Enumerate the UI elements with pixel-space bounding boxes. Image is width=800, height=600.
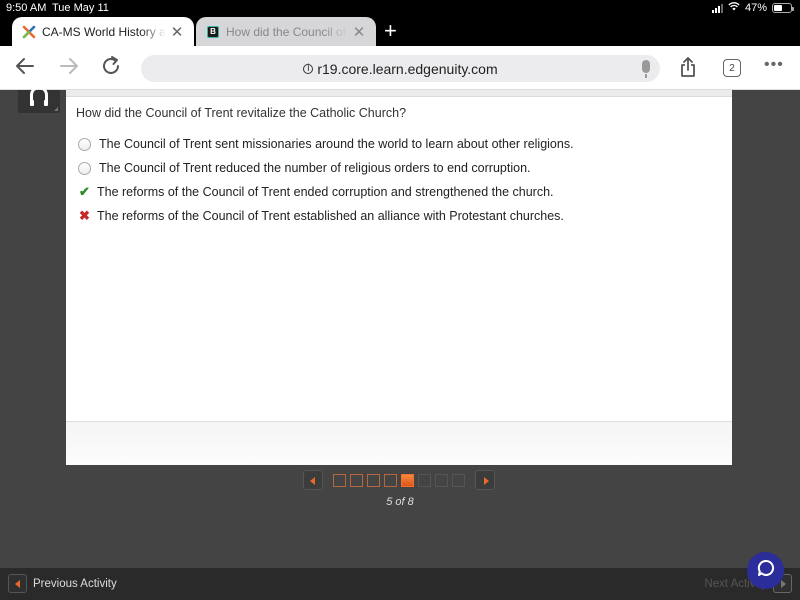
question-dot[interactable] [418, 473, 431, 487]
tab-title: How did the Council of Trent [226, 24, 348, 39]
audio-tool-button[interactable] [18, 86, 60, 113]
headphones-icon [30, 86, 48, 106]
option-text: The reforms of the Council of Trent esta… [97, 209, 564, 223]
question-dot-current[interactable] [401, 473, 414, 487]
back-button[interactable] [12, 54, 38, 84]
tab-switcher-button[interactable]: 2 [723, 59, 741, 77]
close-tab-icon[interactable]: ✕ [170, 23, 184, 41]
new-tab-button[interactable]: + [384, 18, 397, 44]
wifi-icon [728, 2, 740, 14]
option-text: The Council of Trent sent missionaries a… [99, 137, 574, 151]
site-info-icon[interactable]: i [303, 63, 314, 74]
question-dot[interactable] [384, 473, 397, 487]
question-dot[interactable] [452, 473, 465, 487]
previous-question-button[interactable] [303, 470, 323, 490]
question-pager [303, 470, 495, 490]
resize-corner-icon [54, 107, 58, 111]
question-dot[interactable] [367, 473, 380, 487]
status-time: 9:50 AM [6, 2, 47, 14]
question-dots [333, 473, 465, 487]
previous-activity-label: Previous Activity [33, 577, 117, 590]
page-count: 5 of 8 [386, 496, 414, 508]
more-menu-icon[interactable]: ••• [764, 56, 784, 74]
battery-icon [772, 3, 794, 13]
question-dot[interactable] [435, 473, 448, 487]
option-text: The Council of Trent reduced the number … [99, 161, 531, 175]
signal-icon [711, 3, 723, 13]
chat-bubble-icon [756, 558, 776, 583]
answer-option-correct[interactable]: ✔ The reforms of the Council of Trent en… [78, 180, 574, 204]
tab-council-of-trent[interactable]: B How did the Council of Trent ✕ [196, 17, 376, 46]
forward-button[interactable] [56, 54, 82, 84]
checkmark-icon: ✔ [79, 184, 90, 199]
previous-arrow-icon [8, 574, 27, 593]
share-icon[interactable] [679, 56, 697, 78]
address-bar[interactable]: i r19.core.learn.edgenuity.com [141, 55, 660, 82]
microphone-icon[interactable] [642, 60, 650, 78]
activity-footer: Previous Activity Next Activity [0, 568, 800, 600]
browser-toolbar: i r19.core.learn.edgenuity.com 2 ••• [0, 46, 800, 90]
close-tab-icon[interactable]: ✕ [352, 23, 366, 41]
option-text: The reforms of the Council of Trent ende… [97, 185, 554, 199]
answer-option-incorrect[interactable]: ✖ The reforms of the Council of Trent es… [78, 204, 574, 228]
panel-footer [66, 421, 732, 465]
tab-world-history[interactable]: CA-MS World History and ✕ [12, 17, 194, 46]
chat-button[interactable] [747, 552, 784, 589]
question-prompt: How did the Council of Trent revitalize … [76, 106, 407, 120]
status-bar: 9:50 AM Tue May 11 47% [0, 0, 800, 16]
reload-button[interactable] [98, 54, 124, 84]
question-dot[interactable] [333, 473, 346, 487]
edgenuity-x-icon [22, 25, 36, 39]
answer-options: The Council of Trent sent missionaries a… [78, 132, 574, 228]
page-content: How did the Council of Trent revitalize … [0, 86, 800, 568]
previous-activity-button[interactable]: Previous Activity [8, 574, 117, 593]
status-date: Tue May 11 [52, 2, 109, 14]
question-dot[interactable] [350, 473, 363, 487]
radio-button[interactable] [78, 137, 91, 151]
battery-percent: 47% [744, 2, 767, 14]
panel-top-strip [66, 90, 732, 97]
brainly-b-icon: B [206, 25, 220, 39]
answer-option[interactable]: The Council of Trent reduced the number … [78, 156, 574, 180]
tab-title: CA-MS World History and [42, 24, 166, 39]
tab-bar: CA-MS World History and ✕ B How did the … [0, 16, 800, 46]
url-text: r19.core.learn.edgenuity.com [317, 60, 498, 77]
answer-option[interactable]: The Council of Trent sent missionaries a… [78, 132, 574, 156]
radio-button[interactable] [78, 161, 91, 175]
x-mark-icon: ✖ [79, 208, 90, 223]
next-question-button[interactable] [475, 470, 495, 490]
question-panel: How did the Council of Trent revitalize … [66, 90, 732, 465]
